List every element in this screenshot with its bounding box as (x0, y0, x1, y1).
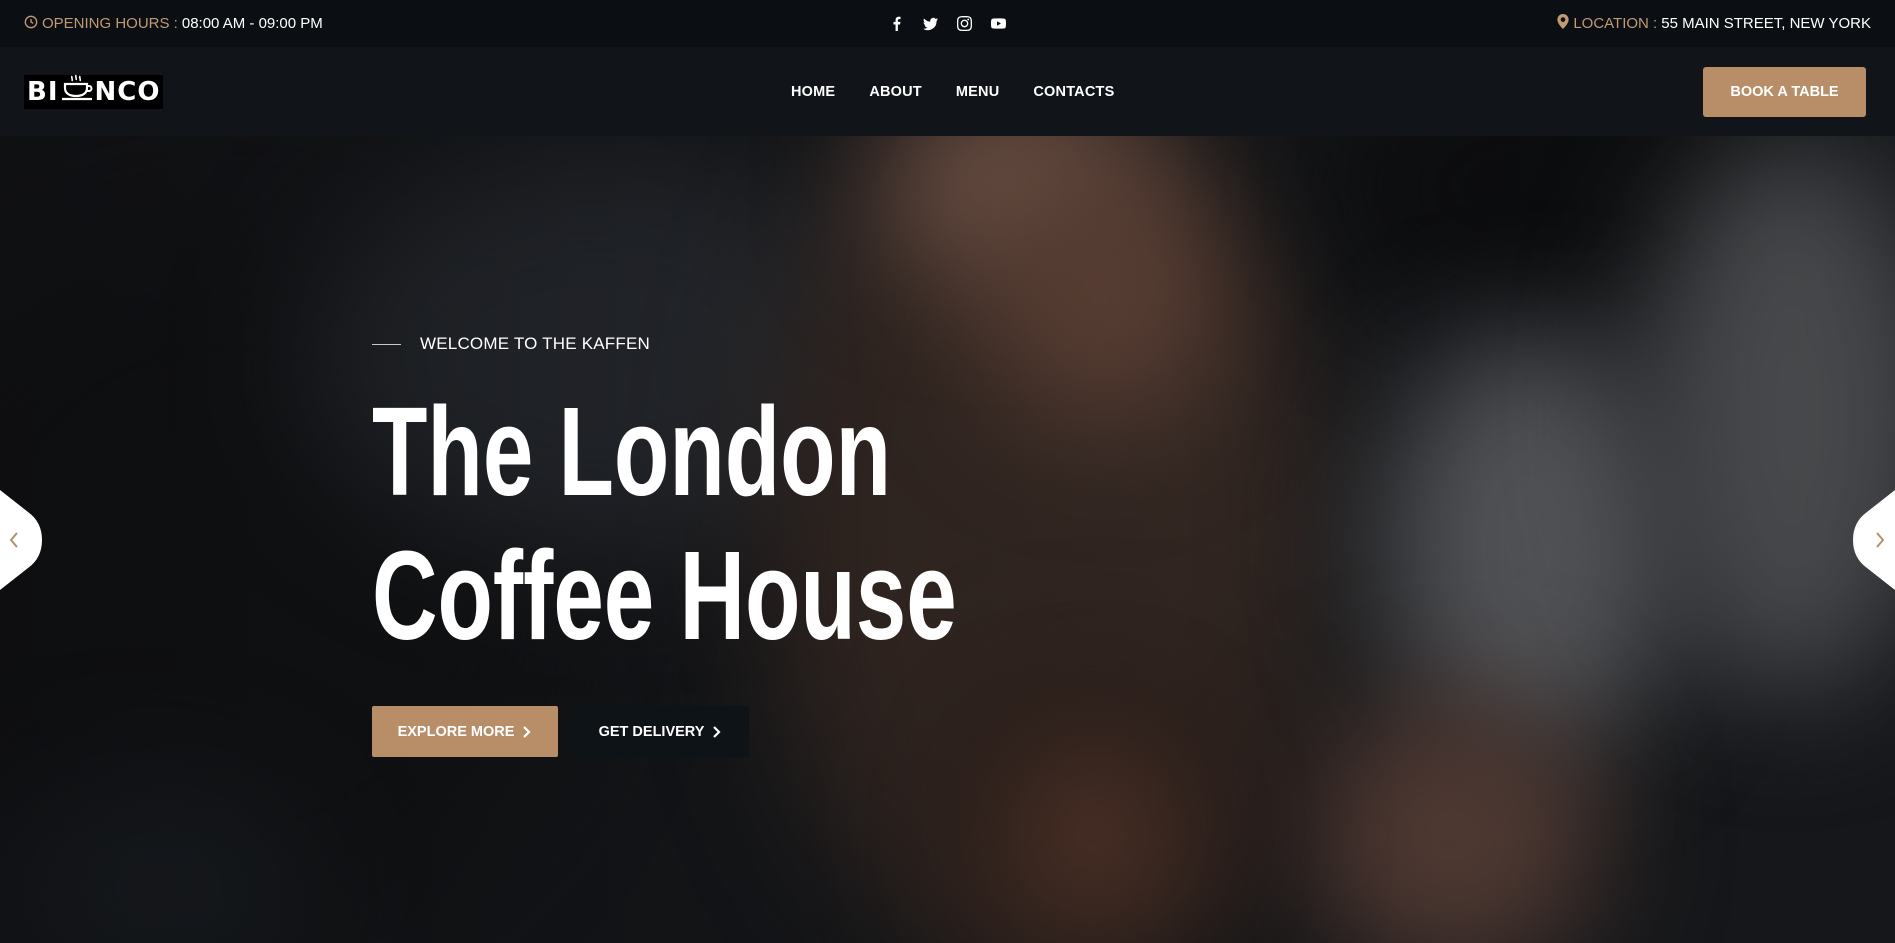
opening-hours-value: 08:00 AM - 09:00 PM (181, 15, 323, 32)
hero-title-line-1: The London (372, 381, 891, 522)
coffee-cup-icon (59, 74, 95, 109)
hero-title-line-2: Coffee House (372, 525, 957, 666)
facebook-icon[interactable] (889, 16, 905, 32)
twitter-icon[interactable] (923, 16, 939, 32)
get-delivery-label: GET DELIVERY (598, 723, 705, 740)
nav-home[interactable]: HOME (791, 84, 835, 100)
site-logo[interactable]: BI NCO (24, 74, 164, 109)
hero-content: WELCOME TO THE KAFFEN The London Coffee … (372, 334, 1184, 668)
chevron-right-icon (523, 725, 531, 738)
chevron-right-icon (713, 725, 721, 738)
location: LOCATION : 55 MAIN STREET, NEW YORK (1557, 14, 1871, 33)
hero-title: The London Coffee House (372, 380, 957, 668)
nav-contacts[interactable]: CONTACTS (1033, 84, 1114, 100)
explore-more-label: EXPLORE MORE (397, 723, 515, 740)
map-pin-icon (1557, 14, 1569, 33)
logo-text-right: NCO (94, 76, 161, 107)
hero-slider: WELCOME TO THE KAFFEN The London Coffee … (0, 136, 1895, 943)
nav-about[interactable]: ABOUT (869, 84, 922, 100)
clock-icon (24, 15, 38, 33)
get-delivery-button[interactable]: GET DELIVERY (572, 706, 749, 757)
hero-cta-row: EXPLORE MORE GET DELIVERY (372, 706, 749, 757)
main-header: BI NCO HOME ABOUT MENU CONTACTS BOOK A T… (0, 47, 1895, 136)
opening-hours-label: OPENING HOURS : (42, 15, 178, 32)
explore-more-button[interactable]: EXPLORE MORE (372, 706, 558, 757)
main-nav: HOME ABOUT MENU CONTACTS (791, 47, 1114, 136)
hero-eyebrow: WELCOME TO THE KAFFEN (372, 334, 1184, 354)
book-a-table-button[interactable]: BOOK A TABLE (1703, 67, 1866, 117)
nav-menu[interactable]: MENU (956, 84, 1000, 100)
opening-hours: OPENING HOURS : 08:00 AM - 09:00 PM (24, 15, 323, 33)
location-label: LOCATION : (1573, 15, 1658, 32)
top-bar: OPENING HOURS : 08:00 AM - 09:00 PM LOCA… (0, 0, 1895, 47)
logo-text-left: BI (27, 76, 59, 107)
youtube-icon[interactable] (991, 16, 1007, 32)
hero-eyebrow-text: WELCOME TO THE KAFFEN (420, 334, 650, 353)
instagram-icon[interactable] (957, 16, 973, 32)
slider-next-button[interactable] (1853, 490, 1895, 590)
eyebrow-line (372, 343, 401, 345)
slider-prev-button[interactable] (0, 490, 42, 590)
location-value: 55 MAIN STREET, NEW YORK (1661, 15, 1871, 32)
social-links (889, 16, 1007, 32)
